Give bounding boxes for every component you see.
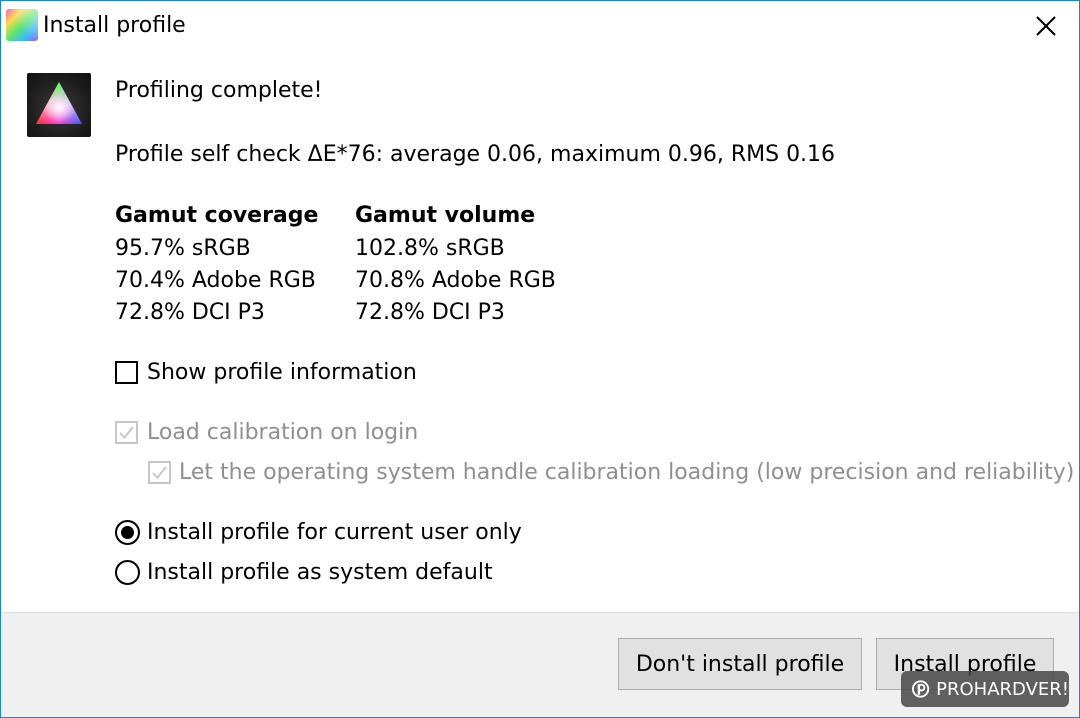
check-icon (119, 426, 134, 439)
window-title: Install profile (43, 13, 186, 38)
gamut-volume-adobe-rgb: 70.8% Adobe RGB (355, 268, 556, 293)
gamut-coverage-dci-p3: 72.8% DCI P3 (115, 300, 265, 325)
dont-install-profile-button[interactable]: Don't install profile (618, 638, 862, 690)
self-check-result: Profile self check ΔE*76: average 0.06, … (115, 142, 836, 167)
title-bar: Install profile (1, 1, 1079, 51)
gamut-coverage-srgb: 95.7% sRGB (115, 236, 251, 261)
install-current-user-label[interactable]: Install profile for current user only (147, 519, 522, 547)
install-profile-dialog: Install profile Profiling complete! Prof… (0, 0, 1080, 718)
profiling-complete-heading: Profiling complete! (115, 78, 323, 103)
gamut-volume-srgb: 102.8% sRGB (355, 236, 505, 261)
dialog-content: Profiling complete! Profile self check Δ… (1, 51, 1079, 612)
os-handle-calibration-checkbox[interactable] (148, 461, 171, 484)
gamut-volume-header: Gamut volume (355, 203, 536, 228)
prohardver-watermark: PROHARDVER! (901, 671, 1069, 707)
install-current-user-radio[interactable] (115, 520, 140, 545)
close-icon (1036, 16, 1056, 36)
check-icon (152, 466, 167, 479)
install-system-default-label[interactable]: Install profile as system default (147, 559, 493, 587)
load-calibration-label: Load calibration on login (147, 420, 419, 445)
install-system-default-radio[interactable] (115, 560, 140, 585)
gamut-volume-dci-p3: 72.8% DCI P3 (355, 300, 505, 325)
radio-selected-dot (121, 526, 134, 539)
close-button[interactable] (1013, 1, 1079, 51)
watermark-text: PROHARDVER! (936, 678, 1069, 700)
prohardver-logo-icon (911, 680, 930, 698)
show-profile-info-label[interactable]: Show profile information (147, 359, 417, 387)
os-handle-calibration-label: Let the operating system handle calibrat… (179, 460, 1075, 485)
gamut-coverage-header: Gamut coverage (115, 203, 319, 228)
show-profile-info-checkbox[interactable] (115, 361, 138, 384)
gamut-coverage-adobe-rgb: 70.4% Adobe RGB (115, 268, 316, 293)
app-icon (6, 9, 38, 41)
load-calibration-checkbox[interactable] (115, 421, 138, 444)
profile-triangle-icon (27, 73, 91, 137)
